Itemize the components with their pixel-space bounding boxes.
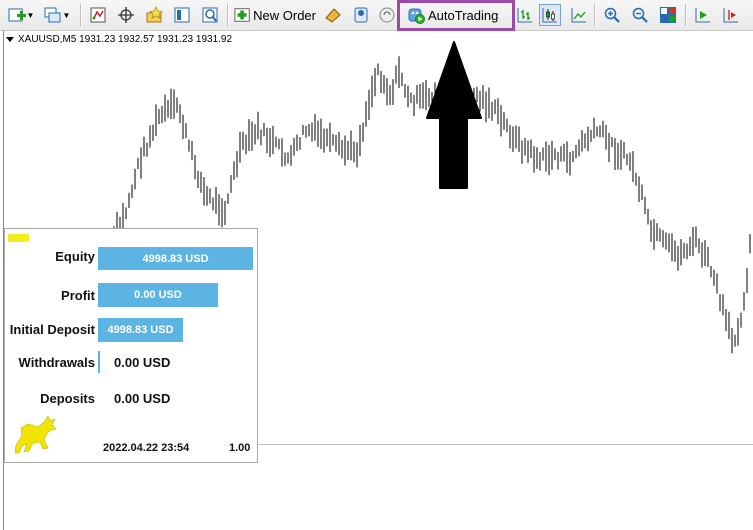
symbol-info: XAUUSD,M5 1931.23 1932.57 1931.23 1931.9… — [6, 34, 232, 45]
profiles-button[interactable]: ▼ — [42, 4, 72, 26]
experts-button[interactable] — [350, 4, 372, 26]
withdrawals-value: 0.00 USD — [98, 351, 170, 373]
new-chart-icon — [8, 8, 26, 22]
toolbar-separator — [685, 4, 687, 26]
market-watch-icon — [90, 7, 106, 23]
bull-logo-icon — [14, 415, 57, 454]
panel-date: 2022.04.22 23:54 — [103, 442, 190, 454]
symbol-info-text: XAUUSD,M5 1931.23 1932.57 1931.23 1931.9… — [18, 34, 233, 45]
new-order-icon — [234, 8, 250, 22]
candlestick-icon — [542, 8, 557, 23]
line-chart-icon — [571, 8, 586, 23]
candlestick-button[interactable] — [539, 4, 561, 26]
new-order-button[interactable]: New Order — [234, 4, 316, 26]
crosshair-icon — [118, 7, 134, 23]
profit-label: Profit — [61, 288, 95, 303]
navigator-button[interactable] — [171, 4, 193, 26]
auto-scroll-icon — [695, 8, 710, 23]
new-chart-button[interactable]: ▼ — [6, 4, 36, 26]
signals-icon — [354, 7, 368, 23]
collapse-triangle-icon[interactable] — [6, 36, 14, 42]
line-chart-button[interactable] — [568, 4, 590, 26]
withdrawals-label: Withdrawals — [18, 355, 95, 370]
metaeditor-button[interactable] — [322, 4, 344, 26]
zoom-in-icon — [604, 7, 620, 23]
profit-value: 0.00 USD — [98, 283, 218, 307]
new-order-label: New Order — [253, 7, 316, 23]
tile-windows-button[interactable] — [657, 4, 679, 26]
toolbar-separator — [80, 4, 82, 26]
deposits-label: Deposits — [40, 391, 95, 406]
zoom-out-button[interactable] — [629, 4, 651, 26]
initial-deposit-label: Initial Deposit — [9, 322, 95, 337]
profiles-icon — [44, 7, 61, 23]
panel-tag — [8, 234, 29, 242]
auto-scroll-button[interactable] — [692, 4, 714, 26]
initial-deposit-value: 4998.83 USD — [98, 318, 183, 342]
metaeditor-icon — [325, 8, 341, 23]
crosshair-button[interactable] — [115, 4, 137, 26]
panel-version: 1.00 — [229, 442, 251, 454]
zoom-out-icon — [632, 7, 648, 23]
terminal-window: ▼ ▼ New Order AutoTrading XAUUSD,M5 1931… — [0, 0, 753, 530]
zoom-in-button[interactable] — [601, 4, 623, 26]
signals-icon — [379, 7, 395, 23]
strategy-tester-button[interactable] — [199, 4, 221, 26]
chart-shift-icon — [723, 8, 738, 23]
chart-shift-button[interactable] — [720, 4, 742, 26]
toolbar-separator — [594, 4, 596, 26]
autotrading-highlight-box — [397, 0, 515, 31]
navigator-icon — [174, 7, 190, 23]
current-price-line — [258, 444, 753, 445]
deposits-value: 0.00 USD — [114, 390, 171, 406]
strategy-tester-icon — [202, 7, 218, 23]
account-info-panel: Equity 4998.83 USD Profit 0.00 USD Initi… — [4, 228, 258, 463]
up-arrow-annotation — [426, 41, 482, 189]
market-watch-button[interactable] — [87, 4, 109, 26]
equity-label: Equity — [55, 249, 95, 264]
signals-button[interactable] — [376, 4, 398, 26]
equity-value: 4998.83 USD — [98, 247, 253, 270]
main-toolbar: ▼ ▼ New Order AutoTrading — [0, 0, 753, 31]
favorites-icon — [146, 6, 163, 23]
favorites-button[interactable] — [143, 4, 165, 26]
toolbar-separator — [227, 4, 229, 26]
tile-windows-icon — [660, 7, 676, 23]
bar-chart-icon — [517, 8, 532, 23]
bar-chart-button[interactable] — [514, 4, 536, 26]
